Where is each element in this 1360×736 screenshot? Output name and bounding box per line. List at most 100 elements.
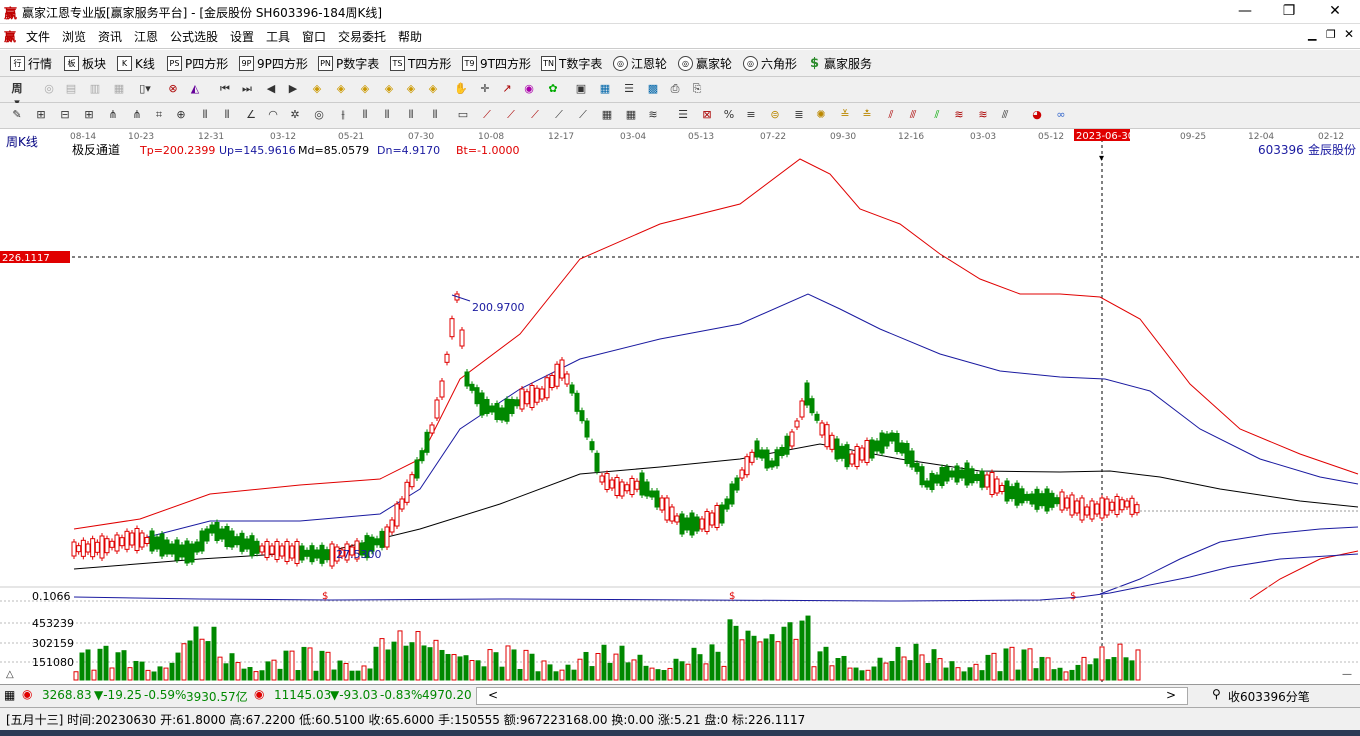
- channel-icon-10[interactable]: ≋: [952, 108, 966, 122]
- p-number-table-button[interactable]: PN P数字表: [318, 55, 379, 72]
- panel-collapse-icon[interactable]: —: [1342, 669, 1352, 680]
- t-square-button[interactable]: TS T四方形: [390, 55, 451, 72]
- calendar-icon[interactable]: ▣: [574, 82, 588, 96]
- gann-wheel-button[interactable]: ◎ 江恩轮: [613, 55, 667, 72]
- diamond-icon-1[interactable]: ◈: [310, 82, 324, 96]
- tool-icon-3[interactable]: ▥: [88, 82, 102, 96]
- trend-icon-1[interactable]: ⟋: [480, 108, 494, 122]
- fork-icon-1[interactable]: ⋔: [106, 108, 120, 122]
- mdi-close-icon[interactable]: ✕: [1344, 27, 1354, 41]
- scroll-left-button[interactable]: <: [488, 688, 498, 702]
- trend-icon-3[interactable]: ⟋: [528, 108, 542, 122]
- menu-formula[interactable]: 公式选股: [170, 28, 218, 45]
- channel-icon-7[interactable]: ⫽: [884, 108, 898, 122]
- grid-icon-2[interactable]: ⊟: [58, 108, 72, 122]
- table-icon-2[interactable]: ▦: [624, 108, 638, 122]
- menu-file[interactable]: 文件: [26, 28, 50, 45]
- grid-icon-3[interactable]: ⊞: [82, 108, 96, 122]
- tool-icon-7[interactable]: ↗: [500, 82, 514, 96]
- tool-icon-4[interactable]: ▦: [112, 82, 126, 96]
- arc-icon[interactable]: ◠: [266, 108, 280, 122]
- winner-service-button[interactable]: $ 赢家服务: [808, 55, 872, 72]
- list-icon[interactable]: ☰: [622, 82, 636, 96]
- menu-info[interactable]: 资讯: [98, 28, 122, 45]
- tool-icon-10[interactable]: ⊠: [700, 108, 714, 122]
- table-icon[interactable]: ▦: [600, 108, 614, 122]
- hand-icon[interactable]: ✋: [454, 82, 468, 96]
- tool-icon-8[interactable]: ◉: [522, 82, 536, 96]
- minimize-button[interactable]: —: [1222, 0, 1268, 23]
- first-bar-icon[interactable]: ⏮: [218, 82, 232, 96]
- diamond-icon-3[interactable]: ◈: [358, 82, 372, 96]
- channel-icon-9[interactable]: ⫽: [930, 108, 944, 122]
- cycle-icon[interactable]: ⫲: [336, 108, 350, 122]
- diamond-icon-2[interactable]: ◈: [334, 82, 348, 96]
- bars-icon-3[interactable]: ⦀: [358, 108, 372, 122]
- print-icon[interactable]: ⎙: [668, 82, 682, 96]
- channel-icon-2[interactable]: ⊜: [768, 108, 782, 122]
- period-dropdown-icon[interactable]: 周▾: [10, 82, 24, 109]
- channel-icon-3[interactable]: ≣: [792, 108, 806, 122]
- kline-chart[interactable]: 08-14 10-23 12-31 03-12 05-21 07-30 10-08 12-17…: [0, 129, 1360, 683]
- menu-help[interactable]: 帮助: [398, 28, 422, 45]
- menu-gann[interactable]: 江恩: [134, 28, 158, 45]
- pen-icon[interactable]: ✎: [10, 108, 24, 122]
- bars-icon-4[interactable]: ⦀: [380, 108, 394, 122]
- list-icon-2[interactable]: ☰: [676, 108, 690, 122]
- trend-icon-5[interactable]: ⟋: [576, 108, 590, 122]
- scroll-right-button[interactable]: >: [1166, 688, 1176, 702]
- grid-icon-1[interactable]: ⊞: [34, 108, 48, 122]
- rect-icon[interactable]: ▭: [456, 108, 470, 122]
- star-icon[interactable]: ✲: [288, 108, 302, 122]
- channel-icon-12[interactable]: ⫻: [998, 108, 1012, 122]
- trend-icon-2[interactable]: ⟋: [504, 108, 518, 122]
- circle-grid-icon[interactable]: ⊕: [174, 108, 188, 122]
- color-wheel-icon[interactable]: ◕: [1030, 108, 1044, 122]
- channel-icon-4[interactable]: ✺: [814, 108, 828, 122]
- restore-button[interactable]: ❐: [1266, 0, 1312, 23]
- prev-bar-icon[interactable]: ◀: [264, 82, 278, 96]
- scroll-up-icon[interactable]: △: [6, 669, 14, 680]
- tool-icon-2[interactable]: ▤: [64, 82, 78, 96]
- infinity-icon[interactable]: ∞: [1054, 108, 1068, 122]
- tool-icon-5[interactable]: ⊗: [166, 82, 180, 96]
- menu-trade[interactable]: 交易委托: [338, 28, 386, 45]
- grid-view-icon[interactable]: ▦: [4, 688, 15, 702]
- p-square-button[interactable]: PS P四方形: [167, 55, 228, 72]
- bars-icon-6[interactable]: ⦀: [428, 108, 442, 122]
- channel-icon-5[interactable]: ≚: [838, 108, 852, 122]
- calculator-icon[interactable]: ▦: [598, 82, 612, 96]
- tool-icon-1[interactable]: ◎: [42, 82, 56, 96]
- candle-type-icon[interactable]: ▯▾: [138, 82, 152, 96]
- tool-icon-6[interactable]: ◭: [188, 82, 202, 96]
- close-button[interactable]: ✕: [1312, 0, 1358, 23]
- trend-icon-4[interactable]: ⟋: [552, 108, 566, 122]
- quote-button[interactable]: 行行情: [10, 55, 52, 72]
- channel-icon-11[interactable]: ≋: [976, 108, 990, 122]
- diamond-icon-6[interactable]: ◈: [426, 82, 440, 96]
- bars-icon-1[interactable]: ⦀: [198, 108, 212, 122]
- angle-icon[interactable]: ∠: [244, 108, 258, 122]
- sector-button[interactable]: 板板块: [64, 55, 106, 72]
- multiline-icon[interactable]: ≋: [646, 108, 660, 122]
- menu-tools[interactable]: 工具: [266, 28, 290, 45]
- 9p-square-button[interactable]: 9P 9P四方形: [239, 55, 308, 72]
- export-icon[interactable]: ⎘: [690, 82, 704, 96]
- kline-button[interactable]: K K线: [117, 55, 155, 72]
- winner-wheel-button[interactable]: ◎ 赢家轮: [678, 55, 732, 72]
- bars-icon-5[interactable]: ⦀: [404, 108, 418, 122]
- tick-detail-tab[interactable]: 收603396分笔: [1228, 688, 1310, 705]
- mdi-minimize-icon[interactable]: ▁: [1308, 28, 1316, 41]
- tool-icon-9[interactable]: ✿: [546, 82, 560, 96]
- diamond-icon-5[interactable]: ◈: [404, 82, 418, 96]
- 9t-square-button[interactable]: T9 9T四方形: [462, 55, 531, 72]
- save-icon[interactable]: ▩: [646, 82, 660, 96]
- t-number-table-button[interactable]: TN T数字表: [541, 55, 602, 72]
- menu-browse[interactable]: 浏览: [62, 28, 86, 45]
- diamond-icon-4[interactable]: ◈: [382, 82, 396, 96]
- channel-icon-6[interactable]: ≛: [860, 108, 874, 122]
- mdi-restore-icon[interactable]: ❐: [1326, 28, 1336, 41]
- bars-icon-2[interactable]: ⦀: [220, 108, 234, 122]
- menu-settings[interactable]: 设置: [230, 28, 254, 45]
- percent-icon[interactable]: %: [722, 108, 736, 122]
